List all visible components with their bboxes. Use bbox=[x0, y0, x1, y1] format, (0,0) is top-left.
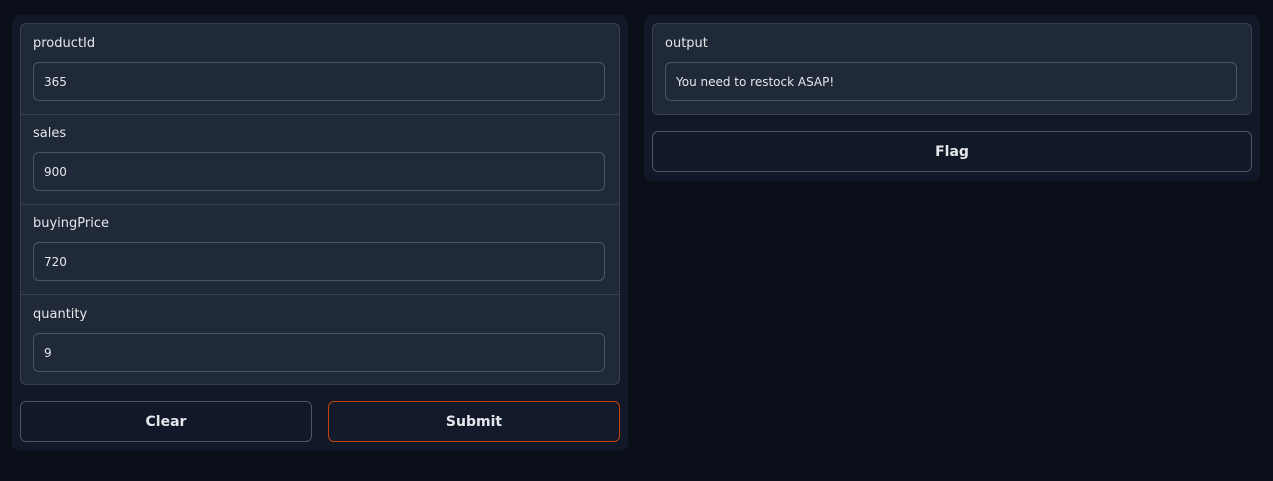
output-textbox[interactable] bbox=[665, 62, 1237, 101]
field-label-quantity: quantity bbox=[33, 307, 88, 322]
field-label-output: output bbox=[665, 36, 708, 51]
submit-button[interactable]: Submit bbox=[328, 401, 620, 442]
output-form: output bbox=[652, 23, 1252, 115]
input-form: productId sales buyingPrice quantity bbox=[20, 23, 620, 385]
productid-input[interactable] bbox=[33, 62, 605, 101]
field-quantity: quantity bbox=[21, 295, 619, 384]
output-panel: output Flag bbox=[644, 15, 1260, 181]
field-label-sales: sales bbox=[33, 126, 67, 141]
field-sales: sales bbox=[21, 114, 619, 204]
flag-button[interactable]: Flag bbox=[652, 131, 1252, 172]
quantity-input[interactable] bbox=[33, 333, 605, 372]
input-panel: productId sales buyingPrice quantity Cle… bbox=[12, 15, 628, 451]
buyingprice-input[interactable] bbox=[33, 242, 605, 281]
field-label-productid: productId bbox=[33, 36, 96, 51]
clear-button[interactable]: Clear bbox=[20, 401, 312, 442]
field-buyingprice: buyingPrice bbox=[21, 204, 619, 294]
field-productid: productId bbox=[21, 24, 619, 114]
field-label-buyingprice: buyingPrice bbox=[33, 216, 110, 231]
field-output: output bbox=[653, 24, 1251, 114]
sales-input[interactable] bbox=[33, 152, 605, 191]
